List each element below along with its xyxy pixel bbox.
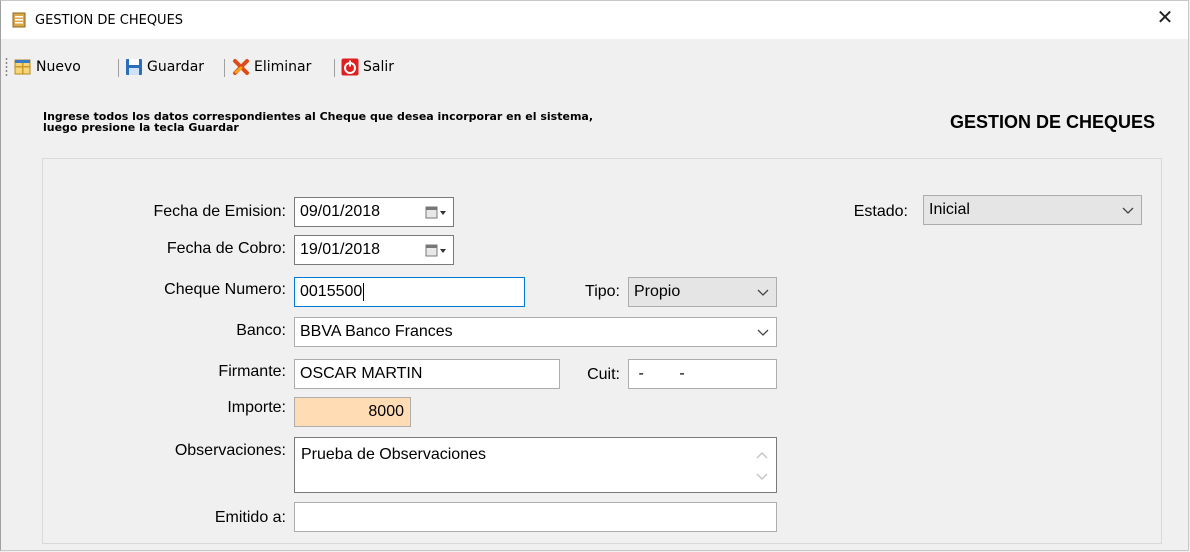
toolbar-separator xyxy=(334,59,335,77)
page-heading: GESTION DE CHEQUES xyxy=(949,112,1155,132)
eliminar-button[interactable]: Eliminar xyxy=(232,56,311,78)
main-window: GESTION DE CHEQUES ✕ Nuevo Guardar Elimi… xyxy=(0,0,1189,551)
fecha-cobro-label: Fecha de Cobro: xyxy=(166,240,286,257)
estado-label: Estado: xyxy=(853,203,908,220)
observaciones-textarea[interactable]: Prueba de Observaciones xyxy=(294,437,777,493)
fecha-emision-label: Fecha de Emision: xyxy=(153,203,286,220)
firmante-value: OSCAR MARTIN xyxy=(300,365,423,382)
instructions-text: Ingrese todos los datos correspondientes… xyxy=(43,110,594,134)
save-icon xyxy=(126,59,142,75)
nuevo-label: Nuevo xyxy=(36,59,81,75)
importe-value: 8000 xyxy=(368,403,404,420)
fecha-emision-picker[interactable]: 09/01/2018 xyxy=(294,197,454,227)
fecha-cobro-picker[interactable]: 19/01/2018 xyxy=(294,235,454,265)
cheque-numero-input[interactable]: 0015500 xyxy=(294,277,525,307)
importe-label: Importe: xyxy=(227,399,286,416)
window-title: GESTION DE CHEQUES xyxy=(35,13,184,28)
firmante-label: Firmante: xyxy=(218,363,286,380)
toolbar-grip[interactable] xyxy=(5,57,8,77)
calendar-dropdown-icon[interactable] xyxy=(425,206,449,220)
calendar-dropdown-icon[interactable] xyxy=(425,244,449,258)
toolbar-separator xyxy=(118,59,119,77)
guardar-label: Guardar xyxy=(147,59,205,75)
estado-value: Inicial xyxy=(929,201,970,218)
text-cursor xyxy=(363,283,365,301)
delete-icon xyxy=(233,59,249,75)
observaciones-label: Observaciones: xyxy=(174,442,286,459)
banco-select[interactable]: BBVA Banco Frances xyxy=(294,317,777,347)
app-icon xyxy=(12,12,26,28)
new-icon xyxy=(14,59,31,75)
chevron-down-icon xyxy=(757,289,769,296)
estado-select[interactable]: Inicial xyxy=(923,195,1142,225)
importe-input[interactable]: 8000 xyxy=(294,397,411,427)
salir-button[interactable]: Salir xyxy=(341,56,394,78)
observaciones-value: Prueba de Observaciones xyxy=(301,446,486,463)
close-icon: ✕ xyxy=(1156,5,1174,29)
tipo-select[interactable]: Propio xyxy=(628,277,777,307)
tipo-value: Propio xyxy=(634,283,681,300)
fecha-emision-value: 09/01/2018 xyxy=(300,203,381,220)
toolbar: Nuevo Guardar Eliminar Salir xyxy=(1,53,1188,85)
toolbar-separator xyxy=(224,59,225,77)
emitido-a-label: Emitido a: xyxy=(214,509,286,526)
chevron-down-icon xyxy=(1122,207,1134,214)
cheque-numero-label: Cheque Numero: xyxy=(164,281,286,298)
fecha-cobro-value: 19/01/2018 xyxy=(300,241,381,258)
cheque-numero-value: 0015500 xyxy=(300,283,363,300)
tipo-label: Tipo: xyxy=(585,283,620,300)
firmante-input[interactable]: OSCAR MARTIN xyxy=(294,359,560,389)
scroll-down-icon[interactable] xyxy=(756,472,768,482)
guardar-button[interactable]: Guardar xyxy=(125,56,204,78)
cuit-label: Cuit: xyxy=(587,366,620,383)
banco-label: Banco: xyxy=(236,322,286,339)
scroll-up-icon[interactable] xyxy=(756,450,768,460)
cuit-value: - - xyxy=(634,365,685,382)
close-button[interactable]: ✕ xyxy=(1142,1,1188,33)
emitido-a-input[interactable] xyxy=(294,502,777,532)
chevron-down-icon xyxy=(757,329,769,336)
exit-icon xyxy=(341,58,359,76)
eliminar-label: Eliminar xyxy=(254,59,312,75)
title-bar: GESTION DE CHEQUES ✕ xyxy=(1,1,1188,39)
nuevo-button[interactable]: Nuevo xyxy=(14,56,81,78)
banco-value: BBVA Banco Frances xyxy=(300,323,453,340)
cuit-masked-input[interactable]: - - xyxy=(628,359,777,389)
salir-label: Salir xyxy=(363,59,395,75)
